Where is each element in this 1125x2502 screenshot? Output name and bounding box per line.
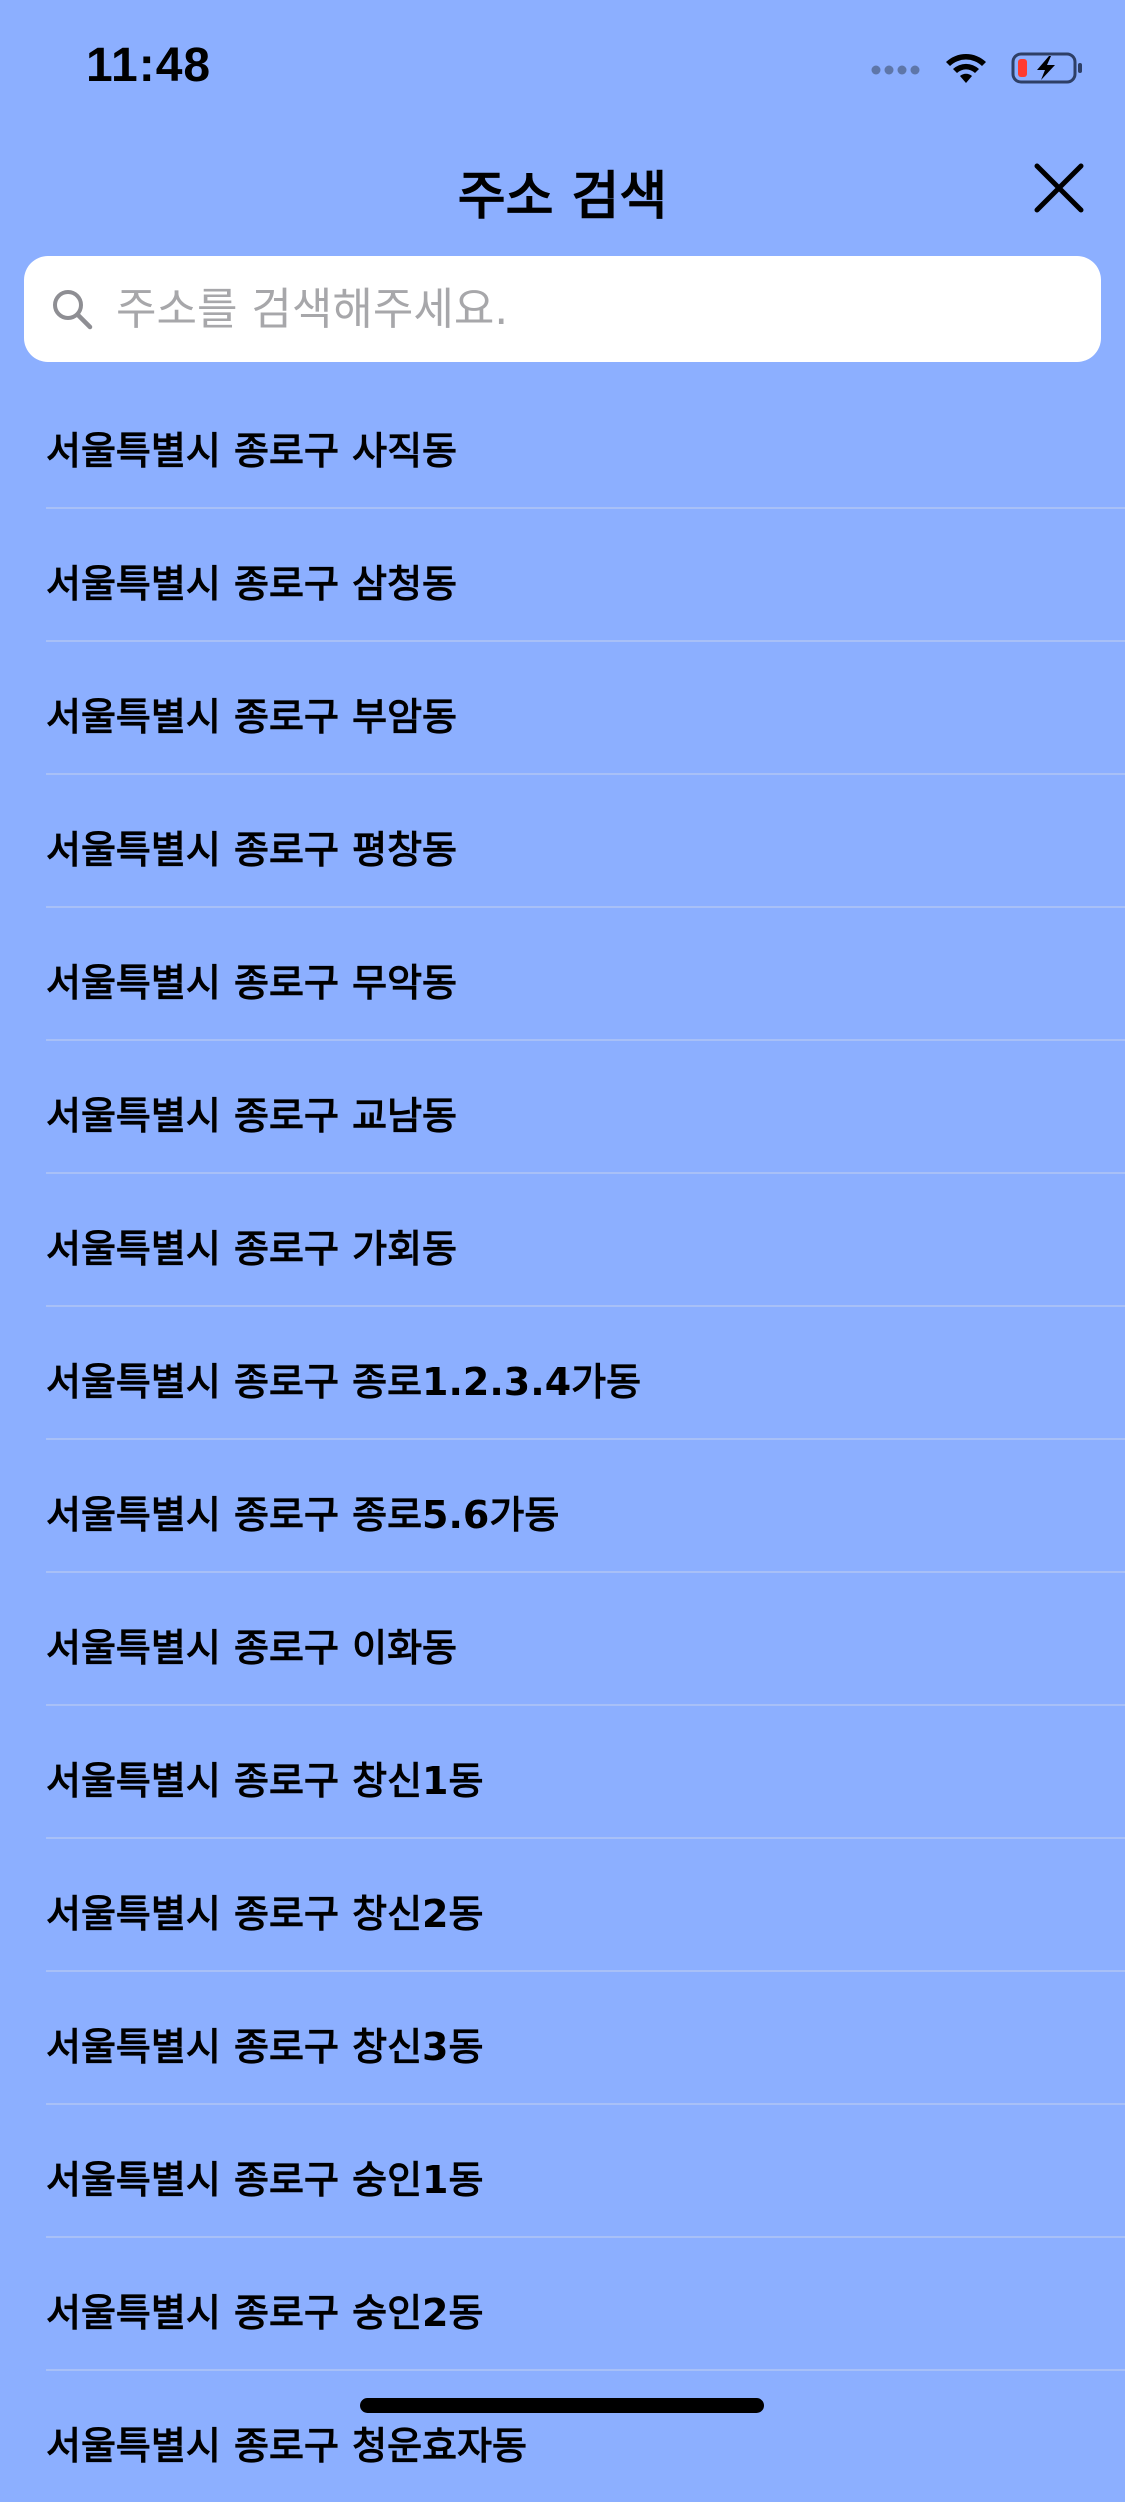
address-label: 서울특별시 종로구 가회동 [46, 1227, 458, 1271]
address-list-item[interactable]: 서울특별시 종로구 가회동 [46, 1174, 1125, 1307]
battery-low-charging-icon [1011, 50, 1085, 90]
address-label: 서울특별시 종로구 창신1동 [46, 1759, 484, 1803]
address-label: 서울특별시 종로구 무악동 [46, 961, 458, 1005]
close-icon [1033, 162, 1085, 218]
address-label: 서울특별시 종로구 창신2동 [46, 1892, 484, 1936]
address-list-item[interactable]: 서울특별시 종로구 창신3동 [46, 1972, 1125, 2105]
home-indicator [360, 2398, 764, 2413]
address-list-item[interactable]: 서울특별시 종로구 부암동 [46, 642, 1125, 775]
address-list-item[interactable]: 서울특별시 종로구 숭인2동 [46, 2238, 1125, 2371]
address-list: 서울특별시 종로구 사직동서울특별시 종로구 삼청동서울특별시 종로구 부암동서… [0, 376, 1125, 2502]
address-label: 서울특별시 종로구 삼청동 [46, 562, 458, 606]
address-list-item[interactable]: 서울특별시 종로구 교남동 [46, 1041, 1125, 1174]
address-list-item[interactable]: 서울특별시 종로구 종로5.6가동 [46, 1440, 1125, 1573]
address-list-item[interactable]: 서울특별시 종로구 숭인1동 [46, 2105, 1125, 2238]
address-list-item[interactable]: 서울특별시 종로구 이화동 [46, 1573, 1125, 1706]
cellular-signal-icon [871, 61, 921, 80]
search-box[interactable] [24, 256, 1101, 362]
address-list-item[interactable]: 서울특별시 종로구 청운효자동 [46, 2371, 1125, 2502]
address-list-item[interactable]: 서울특별시 종로구 창신2동 [46, 1839, 1125, 1972]
header: 주소 검색 [0, 132, 1125, 242]
status-time: 11:48 [86, 39, 212, 92]
address-label: 서울특별시 종로구 이화동 [46, 1626, 458, 1670]
close-button[interactable] [1021, 152, 1097, 228]
address-list-item[interactable]: 서울특별시 종로구 삼청동 [46, 509, 1125, 642]
address-list-item[interactable]: 서울특별시 종로구 창신1동 [46, 1706, 1125, 1839]
search-bar [0, 242, 1125, 376]
address-list-item[interactable]: 서울특별시 종로구 사직동 [46, 376, 1125, 509]
address-label: 서울특별시 종로구 평창동 [46, 828, 458, 872]
address-label: 서울특별시 종로구 청운효자동 [46, 2424, 527, 2468]
status-icons [871, 50, 1085, 90]
address-label: 서울특별시 종로구 숭인1동 [46, 2158, 484, 2202]
wifi-icon [943, 51, 989, 89]
page-title: 주소 검색 [457, 167, 668, 227]
address-label: 서울특별시 종로구 종로1.2.3.4가동 [46, 1360, 642, 1404]
status-bar: 11:48 [0, 0, 1125, 132]
search-icon [48, 285, 96, 333]
address-label: 서울특별시 종로구 사직동 [46, 429, 458, 473]
address-label: 서울특별시 종로구 숭인2동 [46, 2291, 484, 2335]
address-label: 서울특별시 종로구 종로5.6가동 [46, 1493, 560, 1537]
address-label: 서울특별시 종로구 부암동 [46, 695, 458, 739]
search-input[interactable] [114, 268, 1078, 350]
address-label: 서울특별시 종로구 창신3동 [46, 2025, 484, 2069]
address-list-item[interactable]: 서울특별시 종로구 평창동 [46, 775, 1125, 908]
address-list-item[interactable]: 서울특별시 종로구 무악동 [46, 908, 1125, 1041]
address-label: 서울특별시 종로구 교남동 [46, 1094, 458, 1138]
address-list-item[interactable]: 서울특별시 종로구 종로1.2.3.4가동 [46, 1307, 1125, 1440]
